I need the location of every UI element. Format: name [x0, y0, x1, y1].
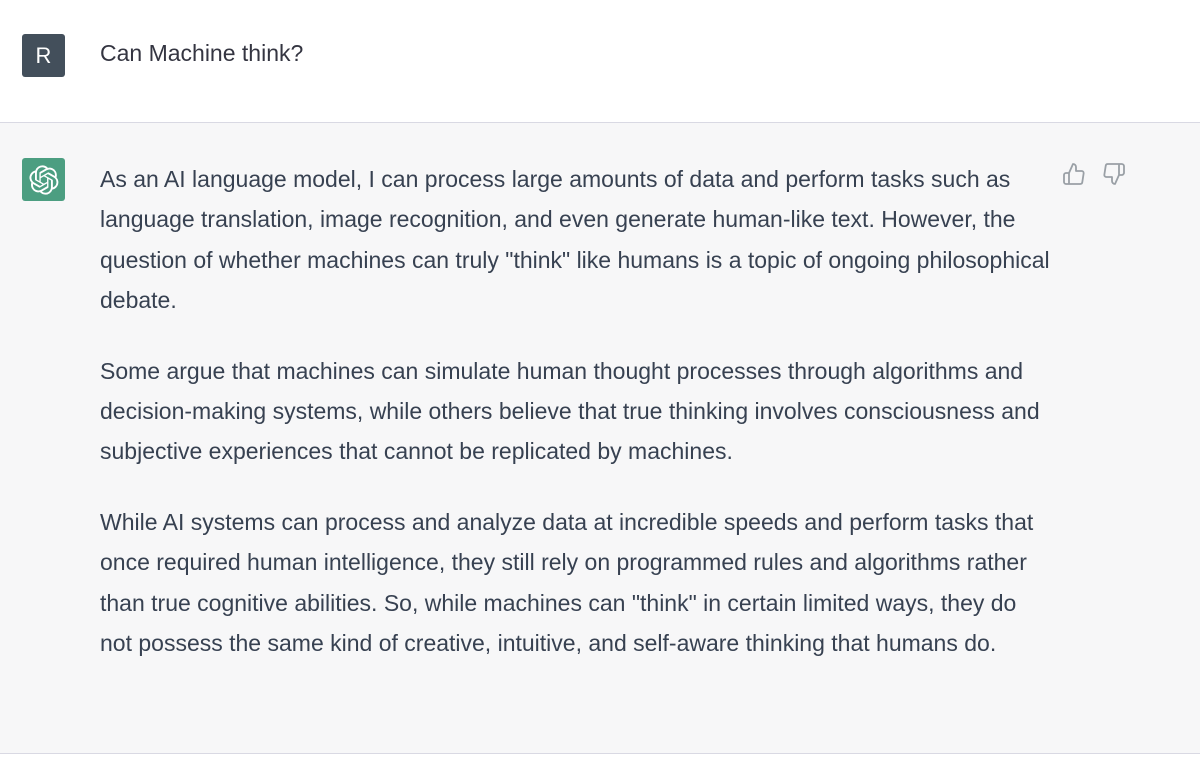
response-paragraph-3: While AI systems can process and analyze… — [100, 508, 1034, 657]
assistant-message-text: As an AI language model, I can process l… — [100, 159, 1050, 693]
response-paragraph-1: As an AI language model, I can process l… — [100, 166, 1050, 314]
thumbs-down-icon — [1103, 163, 1125, 185]
user-avatar: R — [22, 34, 65, 77]
response-paragraph-2: Some argue that machines can simulate hu… — [100, 357, 1040, 465]
user-avatar-letter: R — [35, 42, 52, 68]
assistant-avatar — [22, 158, 65, 201]
thumbs-down-button[interactable] — [1101, 161, 1127, 187]
thumbs-up-button[interactable] — [1061, 161, 1087, 187]
assistant-message-row: As an AI language model, I can process l… — [0, 123, 1200, 754]
thumbs-up-icon — [1063, 163, 1085, 185]
user-message-text: Can Machine think? — [100, 40, 304, 66]
bottom-area — [0, 754, 1200, 761]
user-message-row: R Can Machine think? — [0, 0, 1200, 123]
openai-logo-icon — [28, 164, 58, 195]
